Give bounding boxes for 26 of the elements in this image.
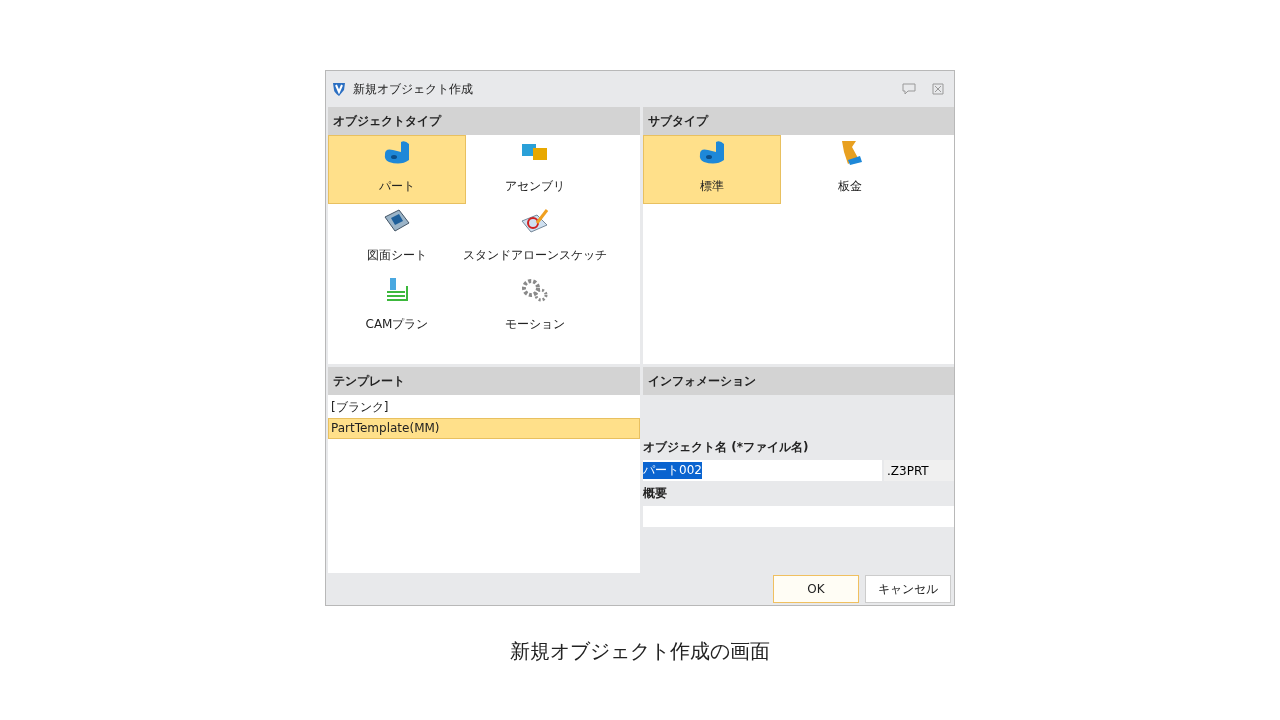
figure-caption: 新規オブジェクト作成の画面	[510, 638, 770, 665]
close-icon[interactable]	[932, 83, 944, 95]
comment-icon[interactable]	[902, 83, 916, 95]
object-type-tile[interactable]: アセンブリ	[466, 135, 604, 204]
shield-logo-icon	[331, 81, 347, 97]
field-label: 概要	[643, 485, 668, 502]
subtype-tile[interactable]: 板金	[781, 135, 919, 204]
object-type-tile[interactable]: スタンドアローンスケッチ	[466, 204, 604, 273]
object-type-tile[interactable]: モーション	[466, 273, 604, 342]
dialog-button[interactable]: OK	[773, 575, 859, 603]
subtype-tile[interactable]: 標準	[643, 135, 781, 204]
object-name-field[interactable]: パート002	[643, 460, 882, 481]
dialog-button[interactable]: キャンセル	[865, 575, 951, 603]
file-extension: .Z3PRT	[884, 460, 954, 481]
summary-field[interactable]	[643, 506, 954, 527]
panel-header: インフォメーション	[643, 367, 954, 395]
window-title: 新規オブジェクト作成	[353, 80, 473, 98]
template-item[interactable]: [ブランク]	[328, 397, 640, 418]
panel-header: オブジェクトタイプ	[328, 107, 640, 135]
sketch-pencil-icon	[519, 207, 551, 235]
panel-header: サブタイプ	[643, 107, 954, 135]
object-type-tile[interactable]: CAMプラン	[328, 273, 466, 342]
object-type-tile[interactable]: パート	[328, 135, 466, 204]
field-label: オブジェクト名 (*ファイル名)	[643, 439, 810, 456]
panel-header: テンプレート	[328, 367, 640, 395]
template-item[interactable]: PartTemplate(MM)	[328, 418, 640, 439]
